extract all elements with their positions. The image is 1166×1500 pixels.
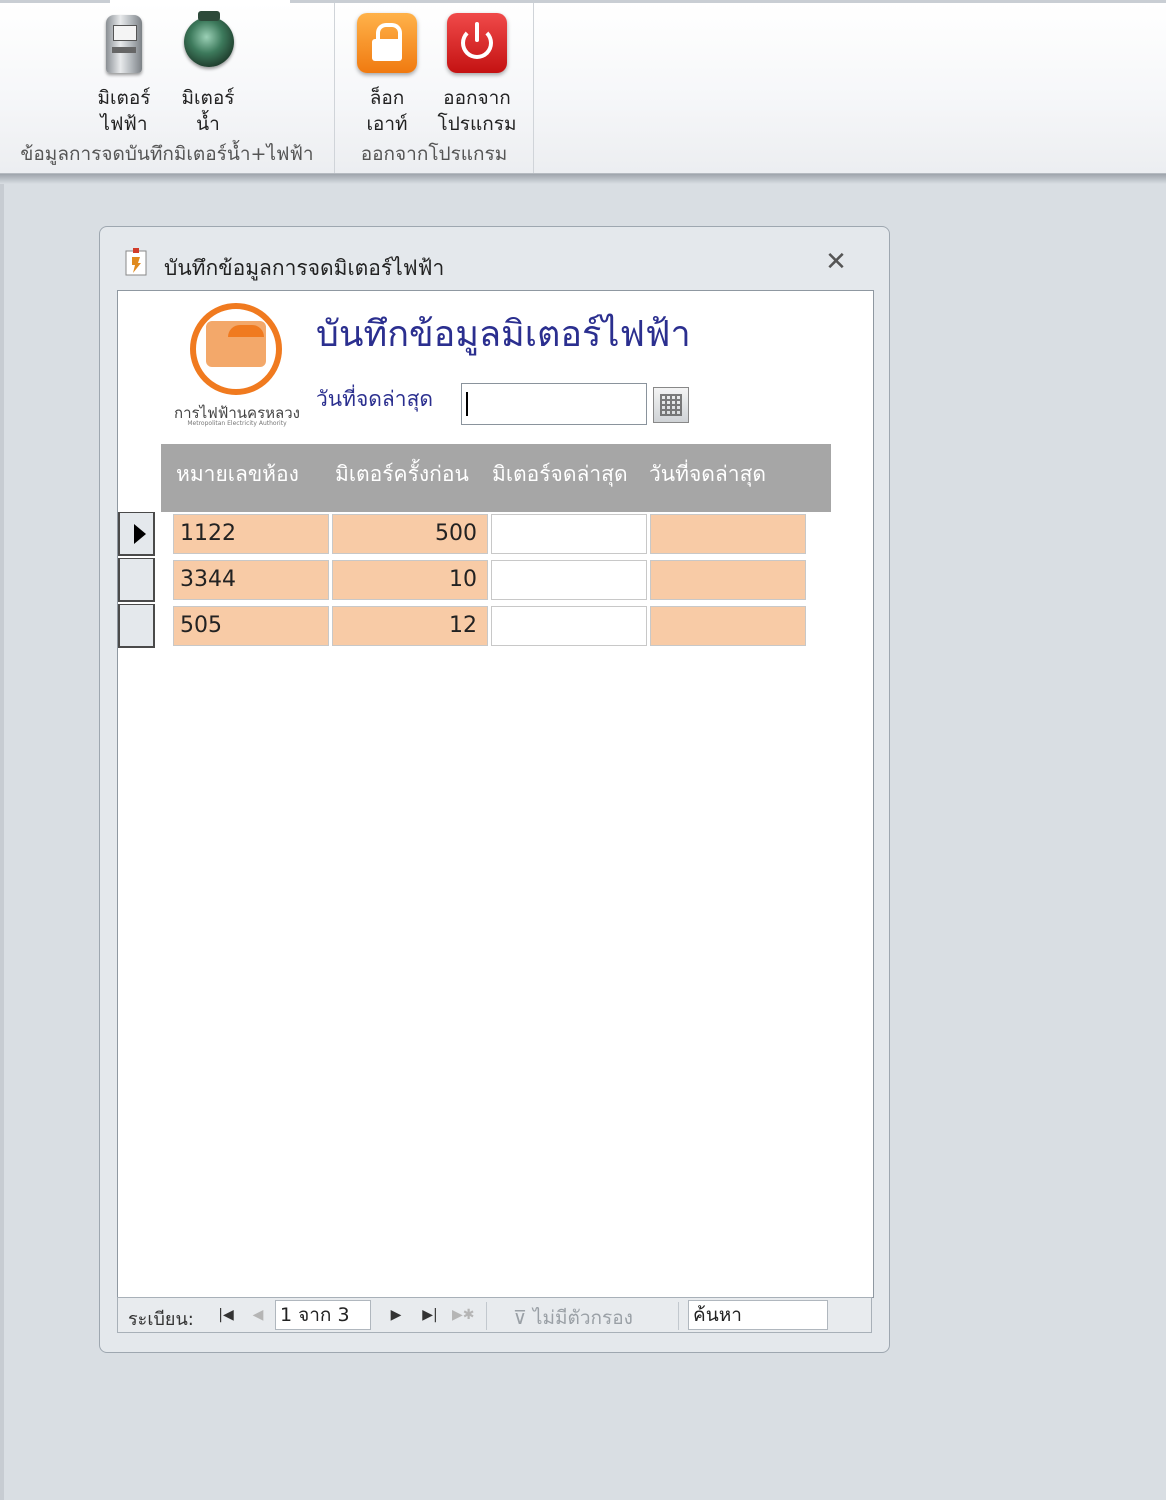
electric-meter-icon bbox=[92, 11, 156, 75]
cell-room[interactable]: 3344 bbox=[173, 560, 329, 600]
ribbon-shadow bbox=[0, 174, 1166, 184]
text-caret bbox=[466, 392, 468, 416]
ribbon-group-label: ออกจากโปรแกรม bbox=[360, 143, 508, 165]
next-record-icon[interactable]: ▶ bbox=[386, 1304, 406, 1326]
close-icon[interactable]: ✕ bbox=[823, 249, 849, 275]
last-record-icon[interactable]: ▶| bbox=[420, 1304, 440, 1326]
new-record-icon[interactable]: ▶✱ bbox=[452, 1304, 475, 1326]
nav-separator bbox=[678, 1302, 679, 1330]
water-meter-button[interactable]: มิเตอร์ น้ำ bbox=[168, 11, 248, 137]
workspace-left-edge bbox=[0, 184, 4, 1500]
nav-separator bbox=[486, 1302, 487, 1330]
date-label: วันที่จดล่าสุด bbox=[316, 387, 434, 411]
record-label: ระเบียน: bbox=[128, 1309, 194, 1330]
calendar-icon[interactable] bbox=[653, 387, 689, 423]
grid-header: หมายเลขห้อง มิเตอร์ครั้งก่อน มิเตอร์จดล่… bbox=[161, 444, 831, 512]
form-window: บันทึกข้อมูลการจดมิเตอร์ไฟฟ้า ✕ การไฟฟ้า… bbox=[99, 226, 890, 1353]
cell-latest-meter[interactable] bbox=[491, 514, 647, 554]
cell-latest-meter[interactable] bbox=[491, 560, 647, 600]
current-record-icon bbox=[134, 524, 146, 544]
column-header-latest-meter: มิเตอร์จดล่าสุด bbox=[492, 462, 628, 486]
no-filter-icon: ⊽ bbox=[513, 1307, 527, 1329]
water-meter-label: มิเตอร์ น้ำ bbox=[181, 87, 235, 135]
form-body: การไฟฟ้านครหลวง Metropolitan Electricity… bbox=[117, 290, 874, 1298]
date-input[interactable] bbox=[461, 383, 647, 425]
previous-record-icon[interactable]: ◀ bbox=[248, 1304, 268, 1326]
form-icon bbox=[125, 248, 147, 276]
window-titlebar[interactable]: บันทึกข้อมูลการจดมิเตอร์ไฟฟ้า ✕ bbox=[100, 227, 889, 289]
logout-button[interactable]: ล็อก เอาท์ bbox=[347, 11, 427, 137]
mea-logo: การไฟฟ้านครหลวง Metropolitan Electricity… bbox=[168, 303, 306, 429]
window-title: บันทึกข้อมูลการจดมิเตอร์ไฟฟ้า bbox=[164, 256, 445, 280]
logout-label: ล็อก เอาท์ bbox=[366, 87, 408, 135]
exit-program-label: ออกจาก โปรแกรม bbox=[437, 87, 517, 135]
record-position-input[interactable]: 1 จาก 3 bbox=[275, 1300, 371, 1330]
ribbon-group-label: ข้อมูลการจดบันทึกมิเตอร์น้ำ+ไฟฟ้า bbox=[20, 143, 314, 165]
first-record-icon[interactable]: |◀ bbox=[216, 1304, 236, 1326]
cell-previous-meter[interactable]: 12 bbox=[332, 606, 488, 646]
cell-previous-meter[interactable]: 10 bbox=[332, 560, 488, 600]
electric-meter-label: มิเตอร์ ไฟฟ้า bbox=[97, 87, 151, 135]
cell-previous-meter[interactable]: 500 bbox=[332, 514, 488, 554]
search-input[interactable]: ค้นหา bbox=[688, 1300, 828, 1330]
cell-latest-date[interactable] bbox=[650, 514, 806, 554]
column-header-room: หมายเลขห้อง bbox=[176, 462, 299, 486]
ribbon-group-meter-records: มิเตอร์ ไฟฟ้า มิเตอร์ น้ำ ข้อมูลการจดบัน… bbox=[0, 3, 335, 173]
power-icon bbox=[445, 11, 509, 75]
lock-icon bbox=[355, 11, 419, 75]
record-selector[interactable] bbox=[118, 604, 155, 648]
water-meter-icon bbox=[176, 11, 240, 75]
ribbon-group-exit: ล็อก เอาท์ ออกจาก โปรแกรม ออกจากโปรแกรม bbox=[335, 3, 534, 173]
cell-room[interactable]: 505 bbox=[173, 606, 329, 646]
column-header-previous-meter: มิเตอร์ครั้งก่อน bbox=[335, 462, 469, 486]
cell-room[interactable]: 1122 bbox=[173, 514, 329, 554]
filter-toggle[interactable]: ⊽ ไม่มีตัวกรอง bbox=[513, 1303, 633, 1333]
exit-program-button[interactable]: ออกจาก โปรแกรม bbox=[437, 11, 517, 137]
record-navigation-bar: ระเบียน: |◀ ◀ 1 จาก 3 ▶ ▶| ▶✱ ⊽ ไม่มีตัวก… bbox=[117, 1297, 872, 1333]
cell-latest-meter[interactable] bbox=[491, 606, 647, 646]
form-heading: บันทึกข้อมูลมิเตอร์ไฟฟ้า bbox=[316, 314, 691, 355]
cell-latest-date[interactable] bbox=[650, 606, 806, 646]
record-selector[interactable] bbox=[118, 512, 155, 556]
electric-meter-button[interactable]: มิเตอร์ ไฟฟ้า bbox=[84, 11, 164, 137]
cell-latest-date[interactable] bbox=[650, 560, 806, 600]
column-header-latest-date: วันที่จดล่าสุด bbox=[649, 462, 767, 486]
ribbon: มิเตอร์ ไฟฟ้า มิเตอร์ น้ำ ข้อมูลการจดบัน… bbox=[0, 3, 1166, 174]
record-selector[interactable] bbox=[118, 558, 155, 602]
